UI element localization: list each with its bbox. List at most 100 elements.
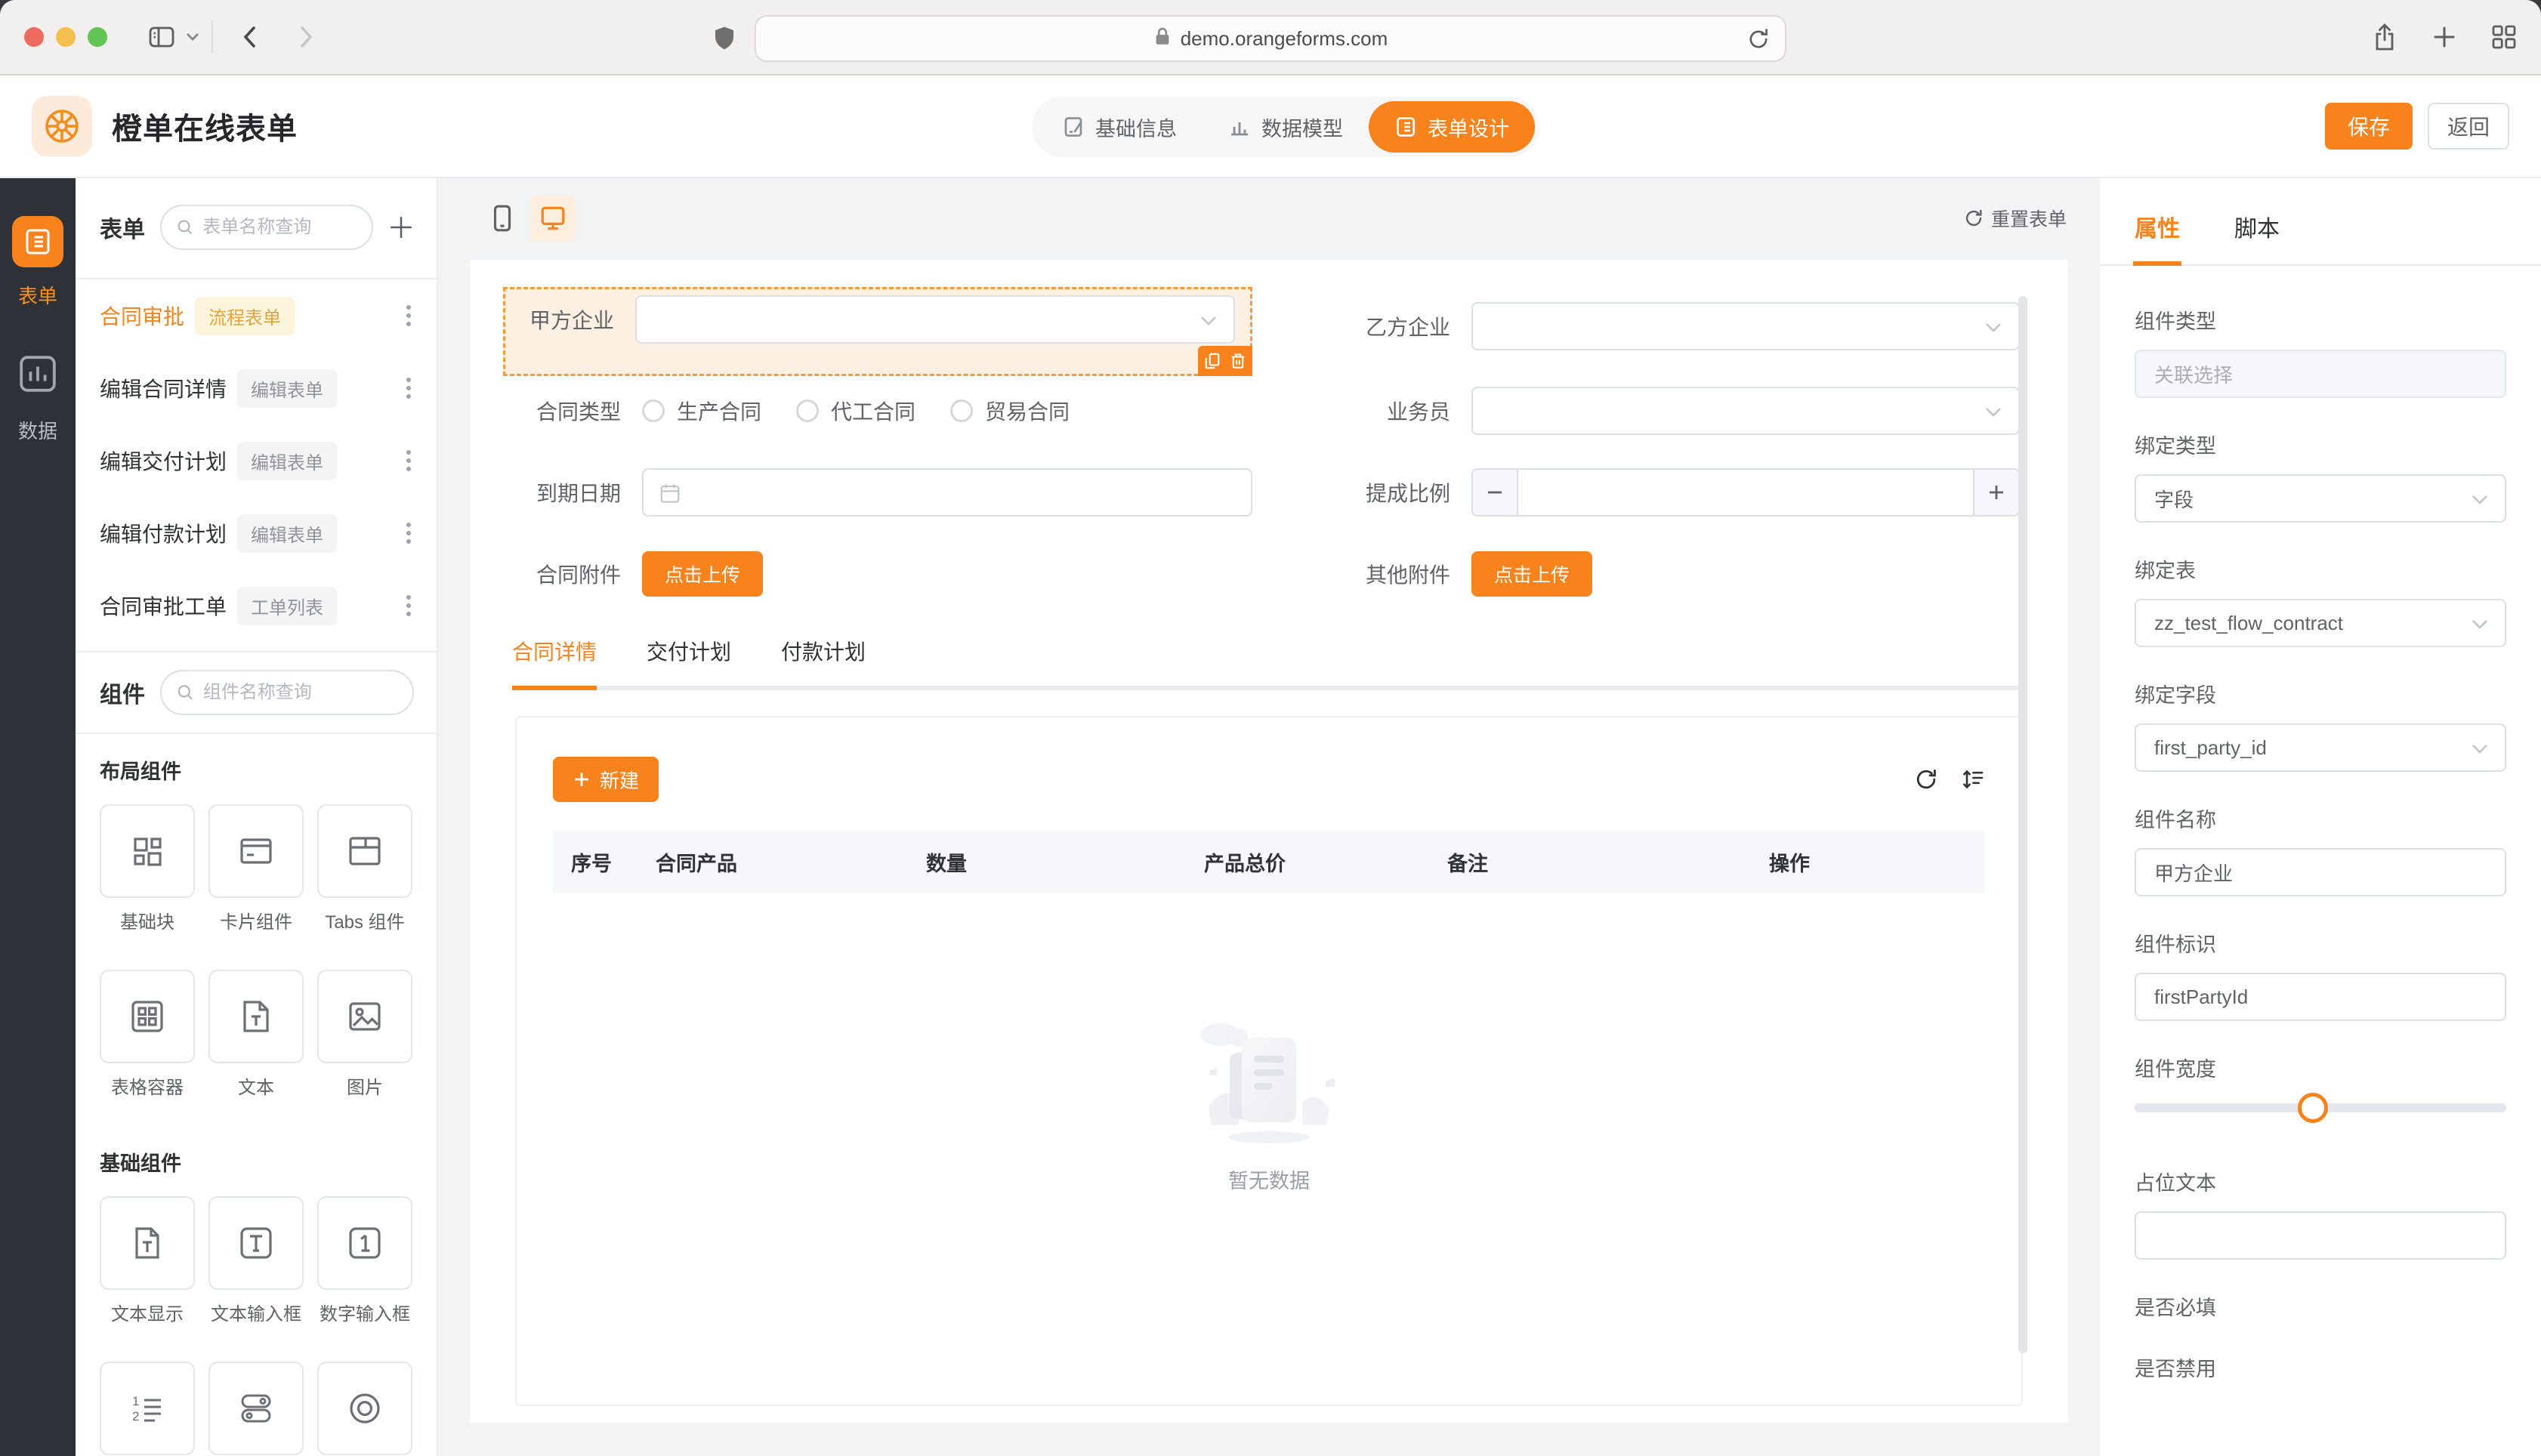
save-button[interactable]: 保存 (2325, 103, 2413, 150)
sidebar: 表单 合同审批 流程表单 编辑合同详情 编辑表单 (76, 177, 438, 1456)
form-list-item[interactable]: 编辑合同详情 编辑表单 (76, 352, 437, 424)
first-party-select[interactable] (635, 295, 1235, 344)
chevron-down-icon[interactable] (186, 32, 199, 42)
form-fields: 甲方企业 乙方企业 合同类型 生产合同 代工合同 贸易合同 业务员 到期日期 提… (470, 260, 2068, 598)
component-tabs[interactable]: Tabs 组件 (317, 804, 412, 933)
more-menu-icon[interactable] (400, 444, 417, 477)
plus-icon (575, 773, 588, 786)
tab-basic-info[interactable]: 基础信息 (1036, 101, 1203, 153)
canvas-scrollbar[interactable] (2018, 296, 2027, 1353)
upload-button[interactable]: 点击上传 (642, 551, 764, 597)
salesman-select[interactable] (1471, 387, 2020, 435)
rail-item-forms[interactable]: 表单 (12, 216, 63, 309)
copy-icon[interactable] (1204, 352, 1221, 370)
component-number-range[interactable]: 12 数字范围... (100, 1362, 195, 1456)
tab-contract-detail[interactable]: 合同详情 (512, 636, 597, 686)
new-tab-icon[interactable] (2432, 25, 2456, 49)
component-search[interactable] (160, 670, 414, 715)
radio-production-contract[interactable]: 生产合同 (642, 396, 761, 426)
field-label: 提成比例 (1365, 482, 1450, 505)
desktop-preview-icon[interactable] (530, 196, 576, 241)
form-type-badge: 编辑表单 (237, 369, 338, 408)
component-text[interactable]: 文本 (208, 970, 304, 1099)
back-button[interactable] (240, 25, 258, 49)
form-search[interactable] (160, 205, 373, 250)
second-party-select[interactable] (1471, 302, 2020, 350)
reset-form-button[interactable]: 重置表单 (1964, 205, 2067, 232)
more-menu-icon[interactable] (400, 589, 417, 622)
selected-field-first-party[interactable]: 甲方企业 (503, 287, 1253, 377)
width-slider[interactable] (2135, 1093, 2506, 1123)
form-list-item[interactable]: 合同审批工单 工单列表 (76, 569, 437, 642)
share-icon[interactable] (2372, 23, 2397, 51)
due-date-input[interactable] (642, 468, 1252, 517)
component-text-input[interactable]: 文本输入框 (208, 1196, 304, 1325)
tab-payment-plan[interactable]: 付款计划 (781, 636, 866, 686)
rail-item-data[interactable]: 数据 (15, 351, 60, 444)
field-bind-type: 绑定类型 字段 (2135, 430, 2506, 523)
component-text-display[interactable]: 文本显示 (100, 1196, 195, 1325)
address-bar[interactable]: demo.orangeforms.com (755, 15, 1786, 62)
tab-properties[interactable]: 属性 (2133, 210, 2181, 266)
upload-button[interactable]: 点击上传 (1471, 551, 1593, 597)
doc-edit-icon (1064, 117, 1082, 137)
blocks-icon (100, 804, 195, 898)
placeholder-text-input[interactable] (2135, 1211, 2506, 1260)
component-radio[interactable]: 单选组件 (317, 1362, 412, 1456)
new-row-button[interactable]: 新建 (553, 757, 659, 802)
form-list-item[interactable]: 编辑交付计划 编辑表单 (76, 424, 437, 497)
increase-button[interactable] (1973, 470, 2018, 515)
delete-icon[interactable] (1230, 352, 1246, 370)
radio-trade-contract[interactable]: 贸易合同 (950, 396, 1070, 426)
empty-illustration (1201, 1023, 1335, 1143)
form-search-input[interactable] (202, 217, 357, 238)
privacy-shield-icon[interactable] (713, 26, 736, 57)
tab-form-design[interactable]: 表单设计 (1369, 101, 1535, 153)
column-order-icon[interactable] (1961, 767, 1985, 791)
form-list-item[interactable]: 编辑付款计划 编辑表单 (76, 497, 437, 569)
component-switch[interactable]: 开关组件 (208, 1362, 304, 1456)
close-window-button[interactable] (24, 27, 44, 47)
add-form-button[interactable] (388, 214, 414, 240)
bind-table-select[interactable]: zz_test_flow_contract (2135, 599, 2506, 647)
tab-delivery-plan[interactable]: 交付计划 (647, 636, 731, 686)
minimize-window-button[interactable] (56, 27, 76, 47)
more-menu-icon[interactable] (400, 372, 417, 405)
tab-data-model[interactable]: 数据模型 (1203, 101, 1369, 153)
field-contract-type[interactable]: 合同类型 生产合同 代工合同 贸易合同 (512, 387, 1252, 435)
more-menu-icon[interactable] (400, 517, 417, 550)
component-id-input[interactable] (2135, 973, 2506, 1021)
forward-button[interactable] (298, 25, 316, 49)
form-list-item[interactable]: 合同审批 流程表单 (76, 279, 437, 352)
mobile-preview-icon[interactable] (488, 204, 517, 233)
reset-icon (1965, 209, 1982, 227)
component-card[interactable]: 卡片组件 (208, 804, 304, 933)
plus-icon (1990, 486, 2003, 499)
tab-overview-icon[interactable] (2491, 24, 2517, 50)
commission-input[interactable] (1518, 470, 1973, 515)
component-name-input[interactable] (2135, 848, 2506, 896)
component-basic-block[interactable]: 基础块 (100, 804, 195, 933)
url-text: demo.orangeforms.com (1180, 26, 1388, 50)
radio-oem-contract[interactable]: 代工合同 (796, 396, 915, 426)
form-canvas: 甲方企业 乙方企业 合同类型 生产合同 代工合同 贸易合同 业务员 到期日期 提… (470, 260, 2068, 1423)
decrease-button[interactable] (1473, 470, 1518, 515)
slider-thumb[interactable] (2298, 1093, 2329, 1123)
component-table-container[interactable]: 表格容器 (100, 970, 195, 1099)
detail-tabs: 合同详情 交付计划 付款计划 (512, 636, 2026, 690)
component-number-input[interactable]: 数字输入框 (317, 1196, 412, 1325)
app-header: 橙单在线表单 基础信息 数据模型 表单设计 保存 返回 (0, 76, 2541, 177)
svg-text:2: 2 (132, 1409, 139, 1424)
back-nav-button[interactable]: 返回 (2428, 103, 2509, 150)
reload-icon[interactable] (1747, 27, 1770, 51)
component-search-input[interactable] (202, 682, 397, 703)
refresh-icon[interactable] (1914, 767, 1938, 791)
tab-script[interactable]: 脚本 (2234, 210, 2280, 264)
bind-field-select[interactable]: first_party_id (2135, 723, 2506, 772)
sidebar-toggle-icon[interactable] (148, 24, 175, 50)
component-image[interactable]: 图片 (317, 970, 412, 1099)
zoom-window-button[interactable] (88, 27, 107, 47)
bind-type-select[interactable]: 字段 (2135, 474, 2506, 523)
field-label: 到期日期 (536, 482, 621, 505)
more-menu-icon[interactable] (400, 299, 417, 332)
